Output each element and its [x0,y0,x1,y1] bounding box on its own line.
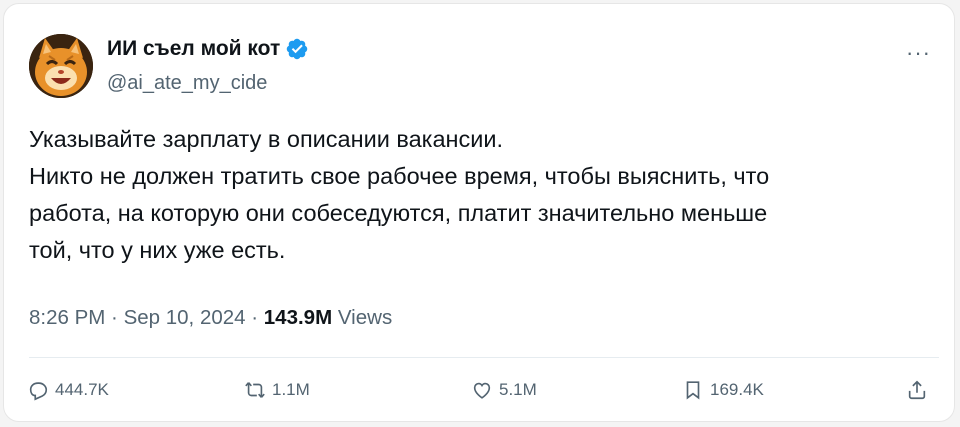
reply-button[interactable]: 444.7K [27,376,109,404]
reply-icon [29,382,48,401]
avatar[interactable] [29,34,93,98]
meta-separator: · [245,306,264,329]
author-handle[interactable]: @ai_ate_my_cide [107,72,267,95]
divider [29,357,939,358]
tweet-date[interactable]: Sep 10, 2024 [124,306,246,329]
tweet-line: Никто не должен тратить свое рабочее вре… [29,163,770,189]
views-label: Views [337,306,393,329]
more-options-icon[interactable]: ··· [906,40,931,66]
heart-icon [473,382,491,399]
share-button[interactable] [906,376,934,404]
like-button[interactable]: 5.1M [471,376,537,404]
meta-separator: · [105,306,124,329]
retweet-icon [245,382,265,398]
author-row: ИИ съел мой кот [107,34,309,64]
verified-badge-icon [287,38,308,60]
tweet-text: Указывайте зарплату в описании вакансии.… [29,121,949,269]
tweet-time[interactable]: 8:26 PM [29,306,105,329]
reply-count: 444.7K [55,380,109,399]
tweet-line: работа, на которую они собеседуются, пла… [29,200,768,226]
share-icon [908,380,926,400]
like-count: 5.1M [499,380,537,399]
author-name[interactable]: ИИ съел мой кот [107,37,280,61]
cat-avatar-icon [29,34,93,98]
bookmark-button[interactable]: 169.4K [682,376,764,404]
retweet-count: 1.1M [272,380,310,399]
tweet-card: ИИ съел мой кот @ai_ate_my_cide ··· Указ… [3,3,955,422]
retweet-button[interactable]: 1.1M [244,376,310,404]
tweet-line: Указывайте зарплату в описании вакансии. [29,126,504,152]
tweet-meta: 8:26 PM · Sep 10, 2024 · 143.9M Views [29,306,392,330]
bookmark-count: 169.4K [710,380,764,399]
views-count: 143.9M [263,306,333,329]
bookmark-icon [686,381,700,400]
tweet-line: той, что у них уже есть. [29,237,286,263]
